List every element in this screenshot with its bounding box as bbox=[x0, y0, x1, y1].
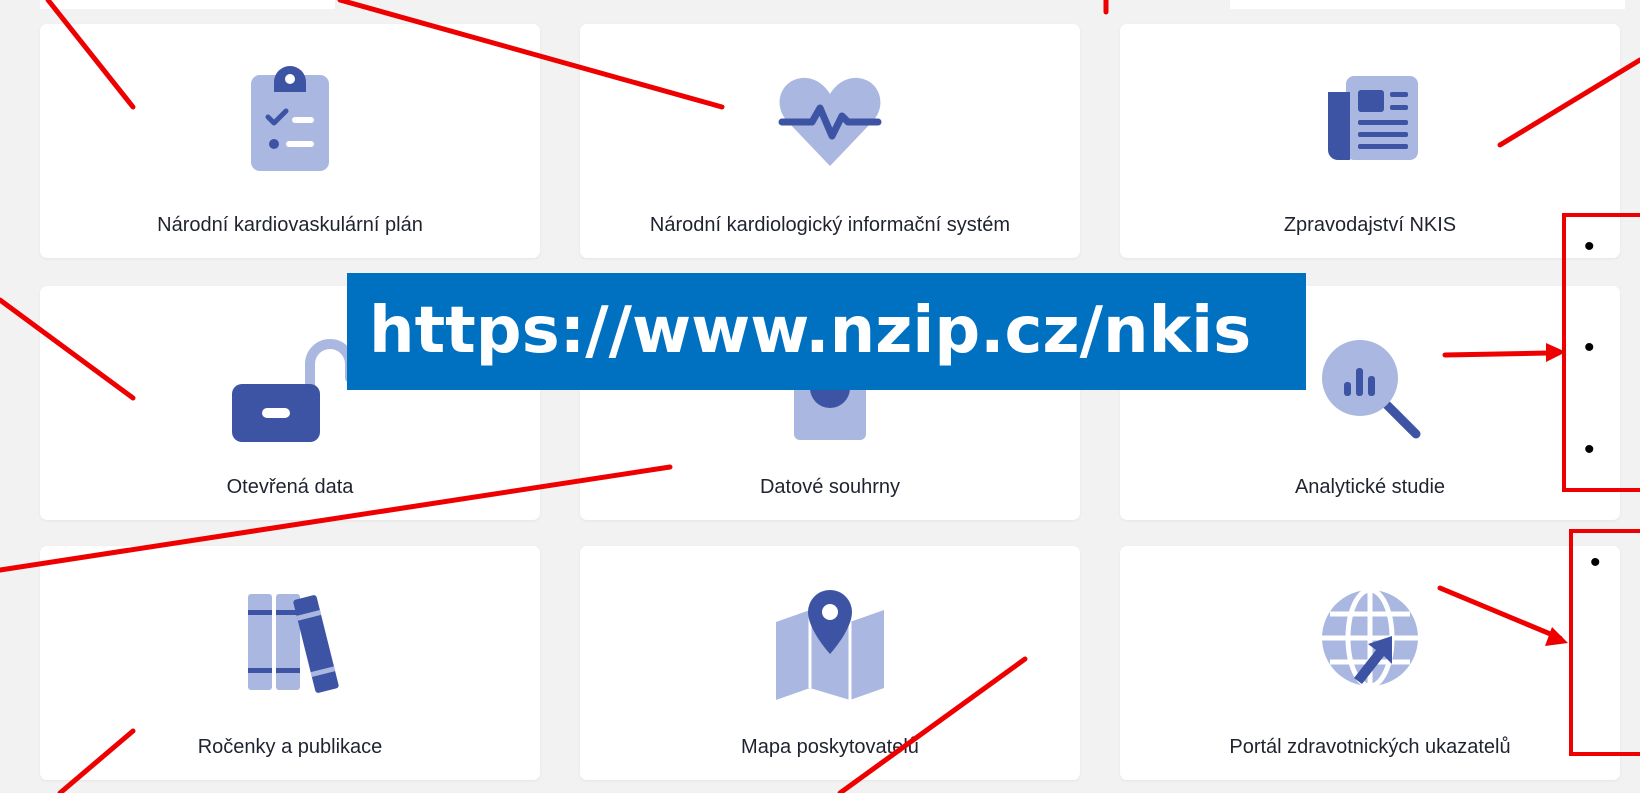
newspaper-icon bbox=[1310, 62, 1430, 182]
heart-pulse-icon bbox=[770, 62, 890, 182]
globe-cursor-icon bbox=[1310, 584, 1430, 704]
card-narodni-kardiovaskularni-plan[interactable]: Národní kardiovaskulární plán bbox=[40, 24, 540, 258]
card-portal-zdravotnickych-ukazatelu[interactable]: Portál zdravotnických ukazatelů bbox=[1120, 546, 1620, 780]
card-label: Zpravodajství NKIS bbox=[1283, 214, 1457, 236]
clipboard-checklist-icon bbox=[230, 62, 350, 182]
books-icon bbox=[230, 584, 350, 704]
map-pin-icon bbox=[770, 584, 890, 704]
card-narodni-kardiologicky-informacni-system[interactable]: Národní kardiologický informační systém bbox=[580, 24, 1080, 258]
callout-box-portal bbox=[1569, 529, 1640, 756]
bullet-point: • bbox=[1584, 331, 1595, 364]
card-label: Datové souhrny bbox=[759, 476, 901, 498]
top-strip-right bbox=[1230, 0, 1625, 9]
card-label: Národní kardiovaskulární plán bbox=[157, 214, 423, 236]
card-label: Otevřená data bbox=[226, 476, 354, 498]
card-label: Ročenky a publikace bbox=[197, 736, 383, 758]
card-label: Národní kardiologický informační systém bbox=[649, 214, 1011, 236]
card-label: Analytické studie bbox=[1294, 476, 1446, 498]
top-strip-left bbox=[40, 0, 335, 9]
unlocked-padlock-icon bbox=[230, 324, 350, 444]
bullet-point: • bbox=[1584, 433, 1595, 466]
card-mapa-poskytovatelu[interactable]: Mapa poskytovatelů bbox=[580, 546, 1080, 780]
card-label: Portál zdravotnických ukazatelů bbox=[1229, 736, 1511, 758]
magnifier-bar-chart-icon bbox=[1310, 324, 1430, 444]
url-banner: https://www.nzip.cz/nkis bbox=[347, 273, 1306, 390]
card-zpravodajstvi-nkis[interactable]: Zpravodajství NKIS bbox=[1120, 24, 1620, 258]
callout-box-analytics bbox=[1562, 213, 1640, 492]
card-rocenky-a-publikace[interactable]: Ročenky a publikace bbox=[40, 546, 540, 780]
bullet-point: • bbox=[1590, 546, 1601, 579]
bullet-point: • bbox=[1584, 230, 1595, 263]
card-label: Mapa poskytovatelů bbox=[741, 736, 919, 758]
